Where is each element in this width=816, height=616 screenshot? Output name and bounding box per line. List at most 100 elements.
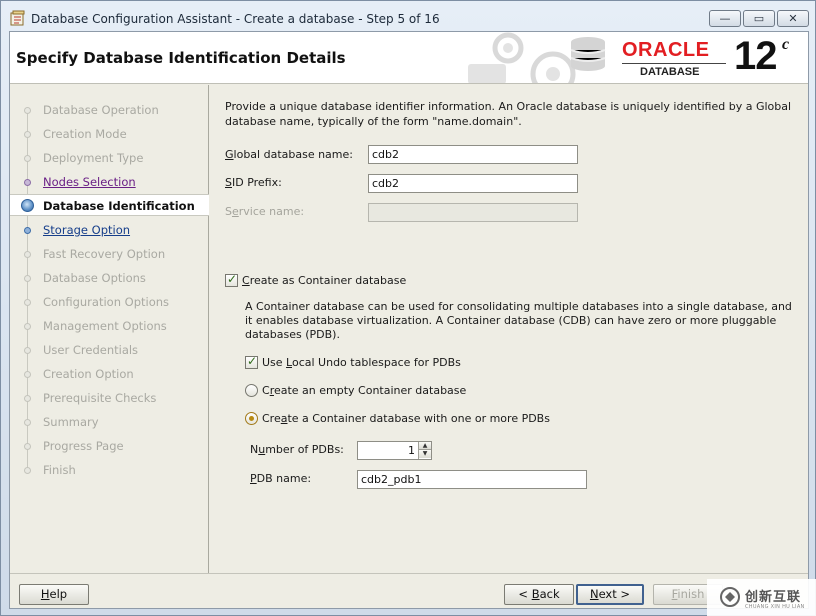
page-title: Specify Database Identification Details (16, 49, 346, 67)
spinner-buttons: ▲ ▼ (418, 442, 431, 459)
step-status-icon (24, 275, 31, 282)
checkmark-icon: ✓ (227, 272, 238, 286)
next-button[interactable]: Next > (576, 584, 644, 605)
radio-selected-dot (249, 416, 254, 421)
nav-step-label: Database Options (43, 271, 146, 285)
global-db-name-label: Global database name: (225, 148, 353, 161)
nav-step-label: Database Identification (43, 199, 195, 213)
step-status-icon (24, 467, 31, 474)
empty-container-label[interactable]: Create an empty Container database (262, 384, 466, 397)
nav-step-nodes-selection[interactable]: Nodes Selection (10, 171, 209, 193)
minimize-button[interactable]: — (709, 10, 741, 27)
close-icon: ✕ (788, 12, 798, 25)
watermark: 创新互联 CHUANG XIN HU LIAN (707, 579, 816, 616)
nav-step-finish: Finish (10, 459, 209, 481)
nav-step-user-credentials: User Credentials (10, 339, 209, 361)
watermark-subtext: CHUANG XIN HU LIAN (745, 604, 805, 610)
sid-prefix-input[interactable] (368, 174, 578, 193)
pdb-name-label: PDB name: (250, 472, 312, 485)
num-pdbs-value: 1 (408, 444, 415, 457)
local-undo-label[interactable]: Use Local Undo tablespace for PDBs (262, 356, 461, 369)
nav-step-database-operation: Database Operation (10, 99, 209, 121)
nav-step-management-options: Management Options (10, 315, 209, 337)
oracle-logo: ORACLE DATABASE (622, 39, 730, 79)
version-suffix: c (782, 36, 790, 53)
nav-step-database-options: Database Options (10, 267, 209, 289)
nav-step-label: Fast Recovery Option (43, 247, 166, 261)
container-db-label[interactable]: Create as Container database (242, 274, 406, 287)
watermark-text: 创新互联 (745, 590, 802, 605)
nav-step-label: Nodes Selection (43, 175, 136, 189)
nav-step-label: Management Options (43, 319, 167, 333)
oracle-wordmark: ORACLE (622, 39, 710, 61)
nav-step-label: Creation Option (43, 367, 134, 381)
minimize-icon: — (719, 12, 731, 25)
step-status-icon (24, 251, 31, 258)
nav-step-label: User Credentials (43, 343, 139, 357)
service-name-input[interactable] (368, 203, 578, 222)
window-title: Database Configuration Assistant - Creat… (31, 12, 440, 26)
logo-divider (622, 63, 726, 64)
service-name-label: Service name: (225, 205, 305, 218)
content-panel: Provide a unique database identifier inf… (210, 85, 808, 573)
description-text: Provide a unique database identifier inf… (225, 100, 792, 128)
close-button[interactable]: ✕ (777, 10, 809, 27)
dialog-body: Specify Database Identification Details (9, 31, 809, 609)
step-status-icon (24, 107, 31, 114)
step-navigation: Database Operation Creation Mode Deploymen… (10, 85, 209, 573)
spin-down-icon[interactable]: ▼ (419, 450, 431, 458)
back-button[interactable]: < Back (504, 584, 574, 605)
nav-step-fast-recovery-option: Fast Recovery Option (10, 243, 209, 265)
nav-step-label: Summary (43, 415, 99, 429)
nav-step-creation-option: Creation Option (10, 363, 209, 385)
nav-step-label: Progress Page (43, 439, 124, 453)
checkmark-icon: ✓ (247, 354, 258, 368)
nav-step-storage-option[interactable]: Storage Option (10, 219, 209, 241)
container-with-pdbs-radio[interactable] (245, 412, 258, 425)
watermark-logo-icon (720, 587, 740, 607)
step-status-icon (24, 155, 31, 162)
container-db-description: A Container database can be used for con… (245, 300, 792, 341)
container-db-checkbox[interactable]: ✓ (225, 272, 238, 287)
title-bar[interactable]: Database Configuration Assistant - Creat… (1, 1, 815, 31)
global-db-name-input[interactable] (368, 145, 578, 164)
nav-step-prerequisite-checks: Prerequisite Checks (10, 387, 209, 409)
nav-step-label: Prerequisite Checks (43, 391, 157, 405)
step-status-icon (24, 443, 31, 450)
nav-step-progress-page: Progress Page (10, 435, 209, 457)
step-status-icon (24, 131, 31, 138)
gears-decoration-icon (468, 32, 606, 83)
local-undo-checkbox[interactable]: ✓ (245, 354, 258, 369)
step-status-icon (24, 419, 31, 426)
dialog-window: Database Configuration Assistant - Creat… (0, 0, 816, 616)
pdb-name-input[interactable] (357, 470, 587, 489)
empty-container-radio[interactable] (245, 384, 258, 397)
version-number: 12 (734, 34, 777, 78)
nav-step-creation-mode: Creation Mode (10, 123, 209, 145)
step-status-icon (24, 347, 31, 354)
num-pdbs-label: Number of PDBs: (250, 443, 344, 456)
oracle-database-label: DATABASE (640, 66, 700, 78)
help-button[interactable]: Help (19, 584, 89, 605)
nav-step-deployment-type: Deployment Type (10, 147, 209, 169)
nav-step-configuration-options: Configuration Options (10, 291, 209, 313)
nav-step-label: Database Operation (43, 103, 159, 117)
step-status-icon (24, 323, 31, 330)
nav-step-label: Storage Option (43, 223, 131, 237)
nav-step-label: Configuration Options (43, 295, 170, 309)
step-status-icon (24, 371, 31, 378)
num-pdbs-spinner[interactable]: 1 ▲ ▼ (357, 441, 432, 460)
nav-step-label: Finish (43, 463, 76, 477)
bottom-divider (10, 573, 808, 574)
nav-step-database-identification: Database Identification (10, 194, 209, 216)
spin-up-icon[interactable]: ▲ (419, 442, 431, 450)
nav-step-summary: Summary (10, 411, 209, 433)
sid-prefix-label: SID Prefix: (225, 176, 282, 189)
maximize-button[interactable]: ▭ (743, 10, 775, 27)
nav-step-label: Deployment Type (43, 151, 144, 165)
page-header: Specify Database Identification Details (10, 32, 808, 84)
container-with-pdbs-label[interactable]: Create a Container database with one or … (262, 412, 550, 425)
step-status-icon (24, 395, 31, 402)
nav-step-label: Creation Mode (43, 127, 127, 141)
maximize-icon: ▭ (753, 12, 765, 25)
